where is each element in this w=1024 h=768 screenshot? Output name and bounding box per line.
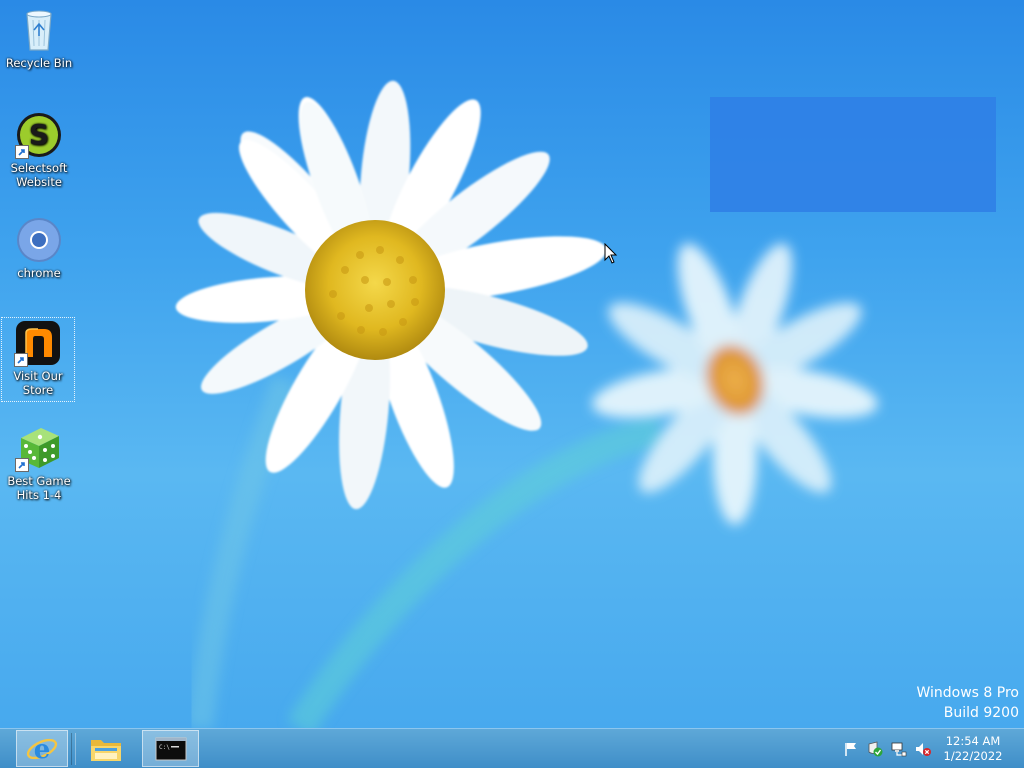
- network-icon: [891, 742, 907, 757]
- tray-action-center[interactable]: [843, 741, 859, 757]
- mouse-cursor-icon: [604, 243, 618, 264]
- tray-network[interactable]: [891, 741, 907, 757]
- chrome-icon: [15, 216, 63, 264]
- desktop-icon-chrome[interactable]: chrome: [3, 216, 75, 280]
- clock-time: 12:54 AM: [945, 734, 1001, 748]
- flag-icon: [845, 743, 856, 756]
- shield-check-icon: [868, 741, 883, 757]
- desktop-icon-label: Best Game Hits 1-4: [7, 474, 71, 502]
- svg-text:S: S: [29, 118, 49, 151]
- desktop-icon-recycle-bin[interactable]: Recycle Bin: [3, 6, 75, 70]
- desktop-icon-visit-our-store[interactable]: Visit Our Store: [1, 317, 75, 402]
- taskbar[interactable]: e C:\ 12:54 AM 1/22/2022: [0, 728, 1024, 768]
- svg-text:e: e: [34, 735, 51, 765]
- taskbar-button-file-explorer[interactable]: [80, 730, 132, 767]
- folder-icon: [91, 739, 121, 761]
- store-logo-icon: [14, 319, 62, 367]
- watermark-build: Build 9200: [943, 705, 1019, 721]
- tray-volume[interactable]: [915, 741, 931, 757]
- selectsoft-logo-icon: S: [15, 111, 63, 159]
- selection-overlay: [710, 97, 996, 212]
- watermark-edition: Windows 8 Pro: [916, 685, 1019, 701]
- taskbar-separator: [71, 733, 76, 765]
- desktop-icon-label: Recycle Bin: [5, 56, 73, 70]
- dice-icon: [15, 424, 63, 472]
- desktop-icon-label: Selectsoft Website: [10, 161, 68, 189]
- svg-text:C:\: C:\: [159, 744, 170, 751]
- clock-date: 1/22/2022: [943, 749, 1003, 763]
- windows-version-watermark: Windows 8 Pro Build 9200: [916, 683, 1019, 723]
- internet-explorer-icon: e: [26, 735, 58, 765]
- tray-security[interactable]: [867, 741, 883, 757]
- taskbar-button-command-prompt[interactable]: C:\: [142, 730, 199, 767]
- shortcut-arrow-icon: [15, 145, 29, 159]
- desktop-icon-best-game-hits[interactable]: Best Game Hits 1-4: [3, 424, 75, 502]
- taskbar-button-internet-explorer[interactable]: e: [16, 730, 68, 767]
- desktop-icon-label: chrome: [17, 266, 61, 280]
- desktop[interactable]: Recycle Bin S Selectsoft Website chrome: [0, 0, 1024, 728]
- desktop-icon-selectsoft-website[interactable]: S Selectsoft Website: [3, 111, 75, 189]
- recycle-bin-icon: [15, 6, 63, 54]
- taskbar-clock[interactable]: 12:54 AM 1/22/2022: [940, 734, 1006, 764]
- shortcut-arrow-icon: [15, 458, 29, 472]
- shortcut-arrow-icon: [14, 353, 28, 367]
- desktop-icon-label: Visit Our Store: [13, 369, 63, 397]
- speaker-muted-icon: [916, 743, 931, 756]
- command-prompt-icon: C:\: [155, 737, 186, 760]
